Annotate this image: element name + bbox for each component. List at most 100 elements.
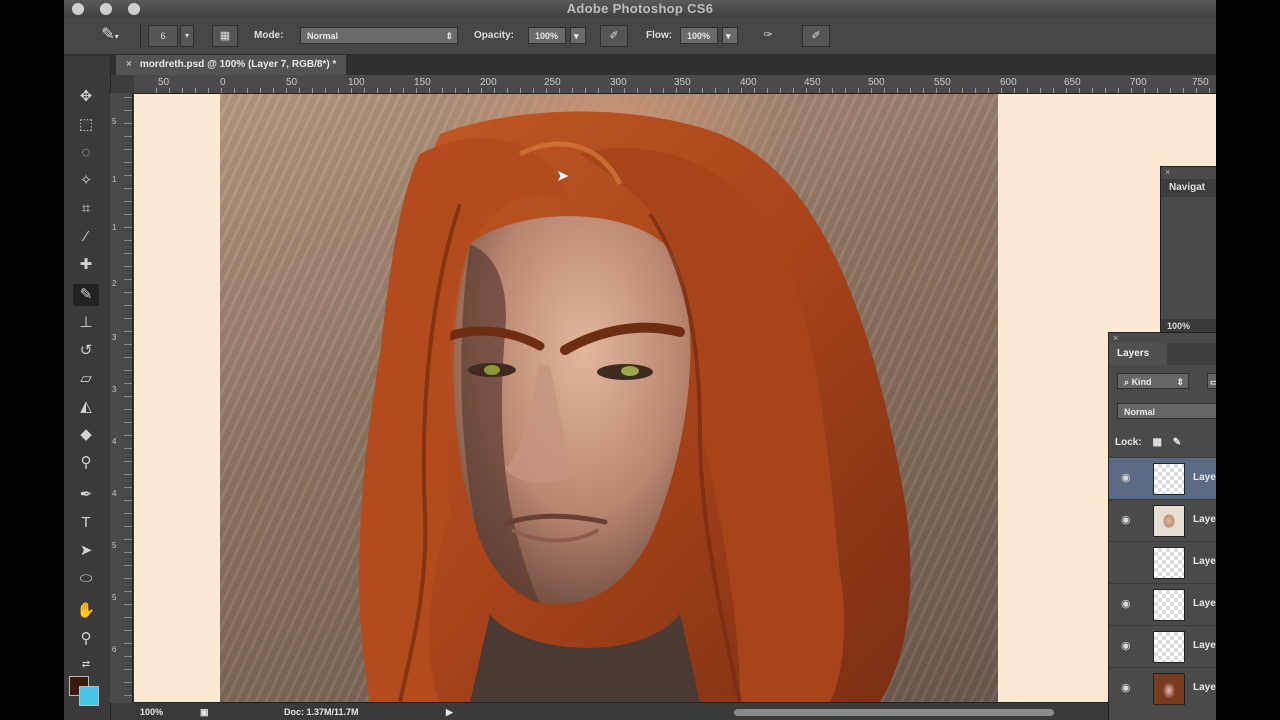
brush-size-dropdown[interactable]: ▾ — [180, 25, 194, 47]
ruler-label: 0 — [220, 77, 226, 88]
layer-filter-value: Kind — [1131, 377, 1152, 387]
flow-slider-toggle[interactable]: ▾ — [722, 27, 738, 44]
shape-icon[interactable]: ⬭ — [73, 568, 99, 590]
ruler-tick — [124, 370, 132, 371]
ruler-tick — [124, 123, 132, 124]
eye-icon[interactable]: ◉ — [1121, 681, 1131, 694]
portrait-artwork — [359, 111, 911, 702]
eraser-icon[interactable]: ▱ — [73, 368, 99, 390]
brush-icon: ✎ — [101, 26, 115, 43]
eyedropper-icon[interactable]: ⁄ — [73, 226, 99, 248]
ruler-label: 3 — [112, 385, 117, 394]
crop-icon[interactable]: ⌗ — [73, 198, 99, 220]
marquee-icon[interactable]: ⬚ — [73, 114, 99, 136]
ruler-tick — [416, 88, 417, 93]
ruler-label: 600 — [1000, 77, 1017, 88]
document-canvas[interactable]: ➤ — [134, 94, 1216, 702]
hand-icon[interactable]: ✋ — [73, 600, 99, 622]
layer-row[interactable]: ▫ Laye — [1109, 541, 1216, 583]
layer-name: Laye — [1193, 514, 1216, 525]
layers-tab[interactable]: Layers — [1109, 343, 1167, 365]
ruler-tick — [124, 552, 132, 553]
title-bar: Adobe Photoshop CS6 — [64, 0, 1216, 18]
eye-icon[interactable]: ◉ — [1121, 597, 1131, 610]
ruler-tick — [533, 88, 534, 93]
layer-row[interactable]: ◉ Laye — [1109, 625, 1216, 667]
close-icon[interactable]: × — [126, 59, 132, 70]
path-select-icon[interactable]: ➤ — [73, 540, 99, 562]
layer-row[interactable]: ◉ Laye — [1109, 499, 1216, 541]
healing-brush-icon[interactable]: ✚ — [73, 254, 99, 276]
pen-pressure-icon: ✐ — [609, 30, 619, 42]
opacity-input[interactable]: 100% — [528, 27, 566, 44]
brush-panel-toggle[interactable]: ▦ — [212, 25, 238, 47]
history-brush-icon[interactable]: ↺ — [73, 340, 99, 362]
horizontal-scrollbar[interactable] — [734, 709, 1054, 716]
blur-icon[interactable]: ◆ — [73, 424, 99, 446]
zoom-level[interactable]: 100% — [140, 707, 163, 717]
background-color-swatch[interactable] — [79, 686, 99, 706]
ruler-label: 300 — [610, 77, 627, 88]
clone-stamp-icon[interactable]: ⊥ — [73, 312, 99, 334]
layer-thumbnail — [1153, 673, 1185, 705]
ruler-tick — [481, 88, 482, 93]
ruler-tick — [124, 487, 132, 488]
layer-row[interactable]: ◉ Laye — [1109, 457, 1216, 499]
lock-paint-icon[interactable]: ✎ — [1173, 437, 1181, 448]
airbrush-button[interactable]: ✑ — [754, 25, 782, 47]
zoom-icon[interactable]: ⚲ — [73, 628, 99, 650]
quick-select-icon[interactable]: ✧ — [73, 170, 99, 192]
pressure-size-button[interactable]: ✐ — [802, 25, 830, 47]
close-icon[interactable]: × — [1165, 167, 1170, 177]
type-icon[interactable]: T — [73, 512, 99, 534]
layer-filter-select[interactable]: ⌕ Kind ⇕ — [1117, 373, 1189, 389]
ruler-label: 5 — [112, 541, 117, 550]
layer-row[interactable]: ◉ Laye — [1109, 583, 1216, 625]
document-tab[interactable]: × mordreth.psd @ 100% (Layer 7, RGB/8*) * — [116, 55, 347, 75]
ruler-tick — [124, 97, 132, 98]
ruler-tick — [124, 409, 132, 410]
brush-icon[interactable]: ✎ — [73, 284, 99, 306]
status-menu-arrow-icon[interactable]: ▶ — [446, 707, 453, 718]
ruler-tick — [124, 682, 132, 683]
layer-thumbnail — [1153, 589, 1185, 621]
eye-icon[interactable]: ◉ — [1121, 471, 1131, 484]
pen-icon[interactable]: ✒ — [73, 484, 99, 506]
ruler-tick — [260, 88, 261, 93]
eye-icon[interactable]: ◉ — [1121, 639, 1131, 652]
eye-hidden-icon[interactable]: ▫ — [1121, 555, 1125, 567]
eye-icon[interactable]: ◉ — [1121, 513, 1131, 526]
ruler-tick — [124, 214, 132, 215]
ruler-tick — [364, 88, 365, 93]
tool-preset-picker[interactable]: ✎▾ — [86, 25, 134, 47]
ruler-label: 200 — [480, 77, 497, 88]
opacity-slider-toggle[interactable]: ▾ — [570, 27, 586, 44]
navigator-zoom[interactable]: 100% — [1161, 319, 1216, 333]
ruler-tick — [585, 88, 586, 93]
mode-select[interactable]: Normal ⇕ — [300, 27, 458, 44]
ruler-tick — [715, 88, 716, 93]
filter-toggle[interactable]: ▭ — [1207, 373, 1216, 389]
blend-mode-select[interactable]: Normal — [1117, 403, 1216, 419]
ruler-tick — [124, 279, 132, 280]
brush-size-picker[interactable]: 6 — [148, 25, 178, 47]
export-icon[interactable]: ▣ — [200, 707, 209, 718]
ruler-tick — [611, 88, 612, 93]
ruler-tick — [124, 669, 132, 670]
close-icon[interactable]: × — [1113, 333, 1118, 343]
ruler-tick — [124, 565, 132, 566]
lock-transparent-icon[interactable]: ▦ — [1152, 437, 1161, 448]
portrait-painting[interactable]: ➤ — [220, 94, 998, 702]
ruler-tick — [124, 292, 132, 293]
layer-row[interactable]: ◉ Laye — [1109, 667, 1216, 709]
move-icon[interactable]: ✥ — [73, 86, 99, 108]
ruler-label: 5 — [112, 117, 117, 126]
ruler-tick — [390, 88, 391, 93]
dodge-icon[interactable]: ⚲ — [73, 452, 99, 474]
flow-input[interactable]: 100% — [680, 27, 718, 44]
pressure-opacity-button[interactable]: ✐ — [600, 25, 628, 47]
lasso-icon[interactable]: ◌ — [73, 142, 99, 164]
swap-colors-icon[interactable]: ⇄ — [73, 654, 99, 676]
paint-bucket-icon[interactable]: ◭ — [73, 396, 99, 418]
navigator-tab[interactable]: Navigat — [1161, 179, 1216, 197]
